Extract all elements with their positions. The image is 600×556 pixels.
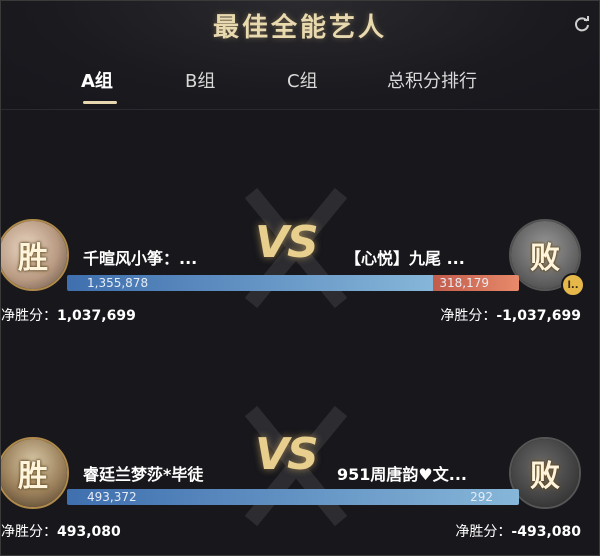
score-bar: 493,372 292 — [67, 489, 519, 505]
vs-label: VS — [255, 429, 319, 480]
tab-total-ranking[interactable]: 总积分排行 — [387, 67, 477, 93]
tab-group-b[interactable]: B组 — [185, 67, 215, 93]
vs-label: VS — [255, 217, 319, 268]
score-left: 1,355,878 — [87, 276, 149, 290]
lose-badge: 败 — [530, 459, 560, 494]
player-name-right: 【心悦】九尾 ... — [345, 249, 465, 268]
player-name-left: 睿廷兰梦莎*毕徒 — [83, 465, 204, 484]
header: 最佳全能艺人 A组 B组 C组 总积分排行 — [1, 1, 599, 110]
tab-group-c[interactable]: C组 — [287, 67, 318, 93]
net-score-right: 净胜分：-493,080 — [455, 524, 581, 540]
tab-bar: A组 B组 C组 总积分排行 — [1, 67, 599, 107]
win-badge: 胜 — [18, 241, 48, 276]
avatar[interactable]: 败 — [509, 437, 581, 509]
match-card: VS 胜 千暄风小筝：... 败 l.. 【心悦】九尾 ... 1,355,87… — [1, 187, 599, 333]
player-name-left: 千暄风小筝：... — [83, 249, 198, 268]
page-frame: 最佳全能艺人 A组 B组 C组 总积分排行 VS 胜 千暄风小筝：... 败 l… — [0, 0, 600, 556]
avatar[interactable]: 胜 — [1, 437, 69, 509]
active-tab-indicator — [83, 101, 117, 104]
score-bar: 1,355,878 318,179 — [67, 275, 519, 291]
tab-group-a[interactable]: A组 — [81, 67, 113, 93]
refresh-icon[interactable] — [571, 13, 593, 35]
player-name-right: 951周唐韵♥文... — [337, 465, 467, 484]
avatar[interactable]: 胜 — [1, 219, 69, 291]
score-right: 292 — [470, 490, 493, 504]
net-score-left: 净胜分：1,037,699 — [1, 308, 136, 324]
match-card: VS 胜 睿廷兰梦莎*毕徒 败 951周唐韵♥文... 493,372 292 … — [1, 405, 599, 551]
level-badge-icon: l.. — [561, 273, 585, 297]
net-score-left: 净胜分：493,080 — [1, 524, 121, 540]
score-left: 493,372 — [87, 490, 137, 504]
page-title: 最佳全能艺人 — [212, 13, 387, 43]
score-right: 318,179 — [439, 276, 489, 290]
win-badge: 胜 — [18, 459, 48, 494]
net-score-right: 净胜分：-1,037,699 — [440, 308, 581, 324]
